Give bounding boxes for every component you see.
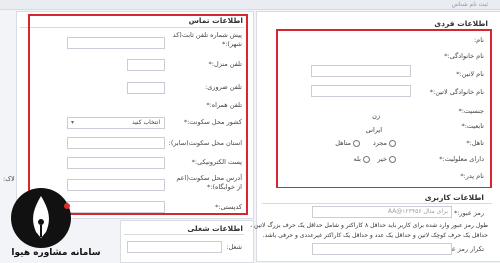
marital-option-married[interactable]: متاهل xyxy=(335,139,360,147)
family-name-label: نام خانوادگی:* xyxy=(444,52,484,60)
first-name-label: نام: xyxy=(473,36,484,44)
password-hint-line-1: طول رمز عبور وارد شده برای کاربر باید حد… xyxy=(250,222,488,229)
province-label: استان محل سکونت(سایر): xyxy=(168,139,242,147)
latin-family-label: نام خانوادگی لاتین:* xyxy=(429,88,484,96)
job-section-title: اطلاعات شغلی xyxy=(187,224,243,233)
personal-title-rule xyxy=(280,30,488,31)
disability-option-no[interactable]: خیر xyxy=(377,155,396,163)
latin-name-input[interactable] xyxy=(311,65,411,77)
chevron-down-icon: ▾ xyxy=(71,119,75,126)
radio-icon xyxy=(389,155,396,163)
password-hint-line-2: حداقل یک حرف کوچک لاتین و حداقل یک عدد و… xyxy=(262,232,488,239)
country-select-value: انتخاب کنید xyxy=(131,119,160,126)
left-edge-label: لاک: xyxy=(3,175,15,183)
postcode-label: کدپستی:* xyxy=(215,203,242,211)
nationality-value: ایرانی xyxy=(365,126,382,134)
job-input[interactable] xyxy=(127,241,222,253)
password-label: رمز عبور:* xyxy=(453,209,484,217)
job-label: شغل: xyxy=(226,243,242,251)
email-label: پست الکترونیکی:* xyxy=(191,158,242,166)
country-label: کشور محل سکونت:* xyxy=(183,118,242,126)
hiva-logo: سامانه مشاوره هیوا xyxy=(6,188,106,258)
radio-icon xyxy=(363,155,370,163)
job-title-rule xyxy=(124,234,244,235)
address-label: آدرس محل سکونت(اعم از خوابگاه):* xyxy=(176,174,242,191)
latin-name-label: نام لاتین:* xyxy=(456,70,484,78)
password-placeholder: برای مثال ۱۲۳۴۵۶@AA xyxy=(387,208,448,215)
disability-label: دارای معلولیت:* xyxy=(439,155,484,163)
email-input[interactable] xyxy=(67,157,165,169)
gender-value: زن xyxy=(372,112,380,120)
nationality-label: تابعیت:* xyxy=(461,122,484,130)
marital-option-single-label: مجرد xyxy=(372,139,387,147)
contact-title-rule xyxy=(20,27,244,28)
latin-family-input[interactable] xyxy=(311,85,411,97)
top-strip-title: ثبت نام شناس xyxy=(451,1,488,8)
emergency-phone-label: تلفن ضروری: xyxy=(205,83,242,91)
province-input[interactable] xyxy=(67,137,165,149)
user-title-rule xyxy=(262,203,492,204)
repeat-password-input[interactable] xyxy=(312,243,452,255)
top-strip: ثبت نام شناس xyxy=(0,0,500,10)
radio-icon xyxy=(353,139,360,147)
disability-option-yes-label: بله xyxy=(353,155,361,163)
gender-label: جنسیت:* xyxy=(458,107,484,115)
disability-option-yes[interactable]: بله xyxy=(354,155,370,163)
father-name-label: نام پدر:* xyxy=(460,172,484,180)
marital-option-single[interactable]: مجرد xyxy=(373,139,396,147)
home-phone-label: تلفن منزل:* xyxy=(208,60,242,68)
mobile-phone-label: تلفن همراه:* xyxy=(206,101,242,109)
country-select[interactable]: انتخاب کنید ▾ xyxy=(67,117,165,129)
home-phone-input[interactable] xyxy=(127,59,165,71)
phone-prefix-input[interactable] xyxy=(67,37,165,49)
personal-section-title: اطلاعات فردی xyxy=(434,19,488,28)
marital-option-married-label: متاهل xyxy=(335,139,351,147)
phone-prefix-label: پیش شماره تلفن ثابت(کد شهر):* xyxy=(172,31,242,48)
marital-label: تاهل:* xyxy=(466,139,484,147)
password-input[interactable]: برای مثال ۱۲۳۴۵۶@AA xyxy=(312,206,452,218)
disability-option-no-label: خیر xyxy=(377,155,387,163)
emergency-phone-input[interactable] xyxy=(127,82,165,94)
logo-text: سامانه مشاوره هیوا xyxy=(11,248,101,258)
radio-icon xyxy=(389,139,396,147)
contact-section-title: اطلاعات تماس xyxy=(188,16,243,25)
user-section-title: اطلاعات کاربری xyxy=(424,193,484,202)
